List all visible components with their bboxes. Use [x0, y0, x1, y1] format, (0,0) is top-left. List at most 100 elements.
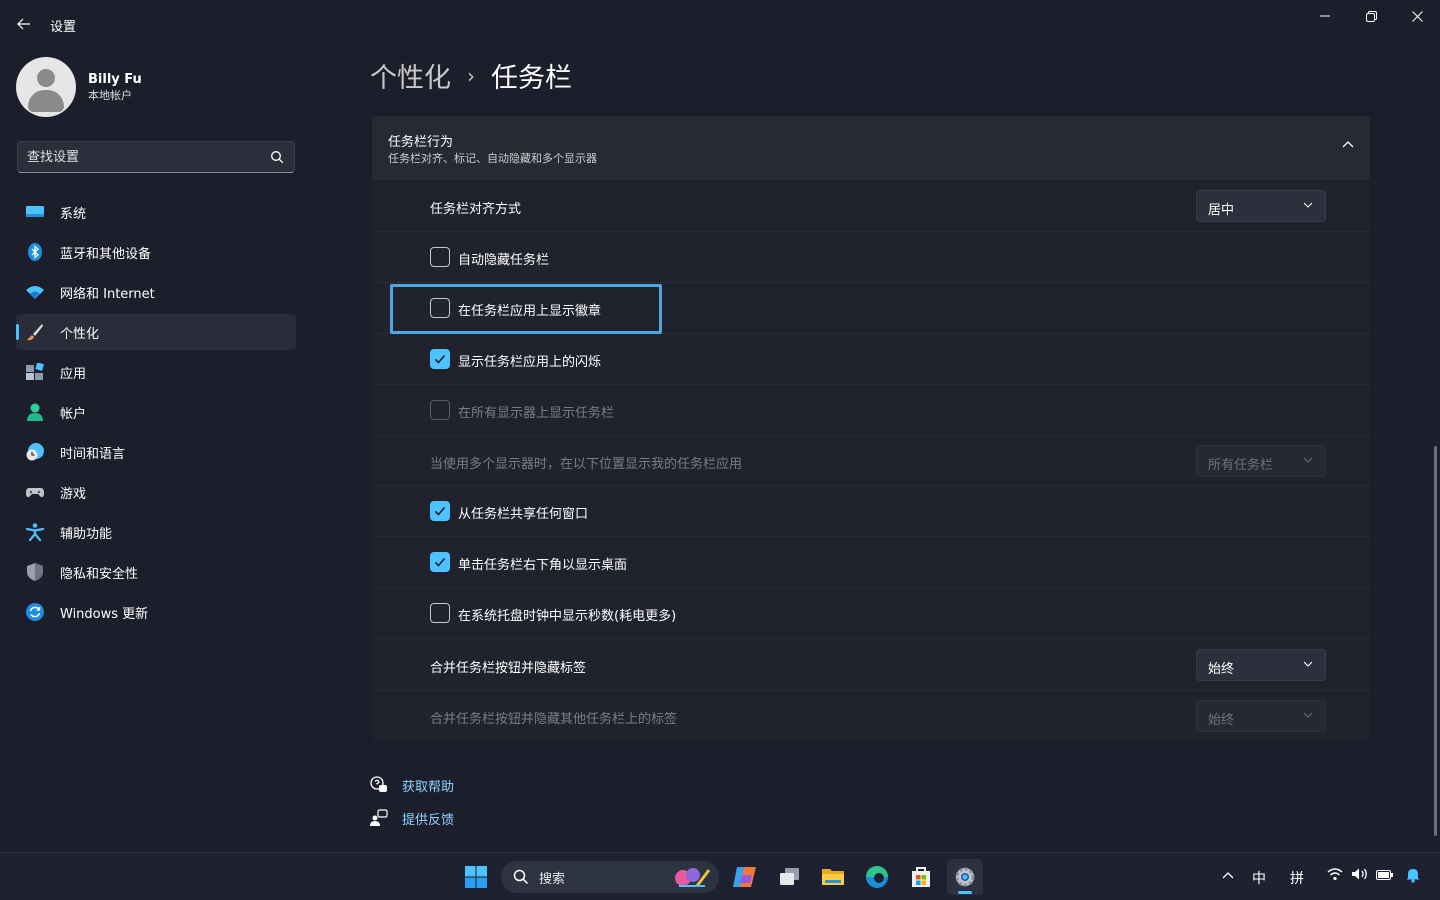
show-seconds-checkbox[interactable] [430, 603, 450, 623]
file-explorer-icon [822, 869, 844, 885]
system-display-icon [26, 206, 44, 217]
maximize-button[interactable] [1348, 0, 1394, 32]
sidebar-item-system[interactable]: 系统 [16, 194, 296, 230]
user-profile[interactable]: Billy Fu 本地帐户 [16, 57, 142, 117]
taskbar-search[interactable]: 搜索 [501, 861, 719, 893]
copilot-icon [733, 867, 756, 887]
sidebar-item-apps[interactable]: 应用 [16, 354, 296, 390]
settings-taskbar-button[interactable] [947, 859, 983, 895]
chevron-down-icon [1303, 202, 1313, 208]
share-window-checkbox[interactable] [430, 501, 450, 521]
battery-icon[interactable] [1376, 869, 1394, 881]
checkbox-label[interactable]: 从任务栏共享任何窗口 [458, 503, 588, 522]
store-icon [912, 867, 930, 887]
checkbox-label[interactable]: 在任务栏应用上显示徽章 [458, 300, 601, 319]
shield-icon [27, 563, 43, 581]
maximize-icon [1365, 10, 1377, 22]
volume-icon[interactable] [1351, 867, 1369, 881]
search-icon[interactable] [270, 150, 284, 164]
back-button[interactable] [10, 10, 38, 38]
sidebar-item-label: 蓝牙和其他设备 [60, 246, 152, 262]
taskbar-behaviors-header[interactable]: 任务栏行为 任务栏对齐、标记、自动隐藏和多个显示器 [372, 116, 1370, 180]
search-input[interactable] [27, 149, 257, 165]
flashing-checkbox[interactable] [430, 349, 450, 369]
task-view-button[interactable] [772, 859, 808, 895]
file-explorer-button[interactable] [815, 859, 851, 895]
taskbar-search-label: 搜索 [539, 871, 566, 887]
chevron-down-icon [1303, 661, 1313, 667]
ime-layout-indicator[interactable]: 拼 [1290, 868, 1304, 888]
setting-label: 合并任务栏按钮并隐藏标签 [430, 661, 587, 676]
give-feedback-label: 提供反馈 [402, 812, 455, 828]
start-button[interactable] [458, 859, 494, 895]
setting-row-show-seconds: 在系统托盘时钟中显示秒数(耗电更多) [372, 588, 1370, 639]
chevron-down-icon [1303, 712, 1313, 718]
sidebar-item-network[interactable]: 网络和 Internet [16, 274, 296, 310]
checkbox-label[interactable]: 显示任务栏应用上的闪烁 [458, 351, 601, 370]
taskbar-behaviors-panel: 任务栏对齐方式 居中 自动隐藏任务栏 在任务栏应用上显示徽章 显示任务栏应用上的… [372, 181, 1370, 741]
sidebar-item-windows-update[interactable]: Windows 更新 [16, 594, 296, 630]
sidebar-item-bluetooth[interactable]: 蓝牙和其他设备 [16, 234, 296, 270]
close-icon [1411, 10, 1423, 22]
minimize-button[interactable] [1302, 0, 1348, 32]
store-button[interactable] [903, 859, 939, 895]
sidebar-item-label: 辅助功能 [60, 526, 113, 542]
checkbox-label[interactable]: 在系统托盘时钟中显示秒数(耗电更多) [458, 605, 676, 624]
sidebar-item-label: Windows 更新 [60, 606, 149, 622]
checkbox-label: 在所有显示器上显示任务栏 [458, 406, 615, 421]
sidebar-item-accessibility[interactable]: 辅助功能 [16, 514, 296, 550]
breadcrumb: 个性化 › 任务栏 [370, 56, 572, 95]
setting-label: 合并任务栏按钮并隐藏其他任务栏上的标签 [430, 712, 678, 727]
alignment-dropdown[interactable]: 居中 [1196, 190, 1326, 222]
get-help-label: 获取帮助 [402, 779, 455, 795]
help-links: 获取帮助 提供反馈 [370, 774, 454, 840]
vertical-scrollbar[interactable] [1434, 446, 1437, 836]
checkmark-icon [434, 354, 446, 364]
minimize-icon [1320, 15, 1330, 17]
sidebar-item-personalization[interactable]: 个性化 [16, 314, 296, 350]
setting-row-flashing: 显示任务栏应用上的闪烁 [372, 334, 1370, 385]
feedback-icon [370, 809, 388, 826]
breadcrumb-parent[interactable]: 个性化 [370, 56, 451, 95]
edge-icon [866, 866, 888, 888]
task-view-icon [780, 868, 799, 885]
corner-desktop-checkbox[interactable] [430, 552, 450, 572]
setting-label: 当使用多个显示器时，在以下位置显示我的任务栏应用 [430, 457, 743, 472]
get-help-link[interactable]: 获取帮助 [370, 774, 454, 796]
accessibility-icon [26, 523, 44, 541]
setting-row-combine: 合并任务栏按钮并隐藏标签 始终 [372, 639, 1370, 691]
sidebar-item-time-language[interactable]: 时间和语言 [16, 434, 296, 470]
setting-row-corner-desktop: 单击任务栏右下角以显示桌面 [372, 537, 1370, 588]
start-icon [465, 866, 487, 888]
setting-row-badges: 在任务栏应用上显示徽章 [372, 283, 1370, 334]
copilot-button[interactable] [727, 859, 763, 895]
setting-row-share-window: 从任务栏共享任何窗口 [372, 486, 1370, 537]
sidebar-item-privacy[interactable]: 隐私和安全性 [16, 554, 296, 590]
sidebar-item-label: 游戏 [60, 486, 87, 502]
apps-icon [26, 363, 44, 380]
page-title: 任务栏 [491, 63, 572, 94]
combine-dropdown[interactable]: 始终 [1196, 649, 1326, 681]
sidebar-item-label: 时间和语言 [60, 446, 126, 462]
give-feedback-link[interactable]: 提供反馈 [370, 807, 454, 829]
chevron-up-icon[interactable] [1342, 140, 1354, 148]
auto-hide-checkbox[interactable] [430, 247, 450, 267]
checkbox-label[interactable]: 单击任务栏右下角以显示桌面 [458, 554, 627, 573]
edge-button[interactable] [859, 859, 895, 895]
show-hidden-icons-chevron-icon[interactable] [1222, 871, 1234, 879]
user-account-type: 本地帐户 [88, 89, 132, 102]
notification-bell-icon[interactable] [1405, 867, 1421, 883]
ime-mode-indicator[interactable]: 中 [1252, 868, 1266, 888]
checkbox-label[interactable]: 自动隐藏任务栏 [458, 249, 549, 268]
account-icon [27, 403, 43, 421]
sidebar-item-gaming[interactable]: 游戏 [16, 474, 296, 510]
settings-search-box[interactable] [17, 141, 295, 173]
all-displays-checkbox [430, 400, 450, 420]
close-button[interactable] [1394, 0, 1440, 32]
wifi-status-icon[interactable] [1327, 867, 1343, 881]
badges-checkbox[interactable] [430, 298, 450, 318]
sidebar-item-label: 个性化 [60, 326, 100, 342]
setting-row-combine-other: 合并任务栏按钮并隐藏其他任务栏上的标签 始终 [372, 691, 1370, 741]
multi-display-dropdown: 所有任务栏 [1196, 445, 1326, 477]
sidebar-item-accounts[interactable]: 帐户 [16, 394, 296, 430]
